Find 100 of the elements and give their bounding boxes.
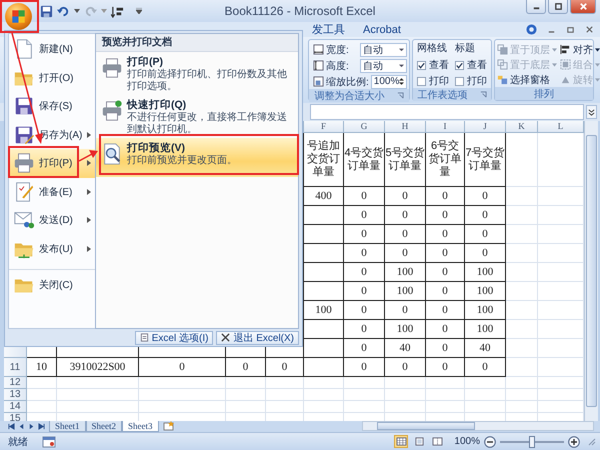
sheet-tab[interactable]: Sheet2 [86, 421, 122, 432]
table-cell [506, 263, 538, 282]
checkbox[interactable] [455, 60, 464, 70]
triangle-icon [560, 74, 571, 85]
close-icon[interactable] [585, 25, 594, 34]
table-cell [344, 401, 385, 413]
table-cell: 40 [385, 339, 426, 358]
vertical-scrollbar[interactable] [584, 121, 598, 421]
column-header[interactable]: L [538, 121, 584, 133]
group-icon [560, 59, 571, 70]
table-cell: 0 [385, 358, 426, 377]
window-title: Book11126 - Microsoft Excel [224, 4, 376, 18]
dropdown-field[interactable]: 自动 [360, 42, 407, 56]
dropdown-field[interactable]: 自动 [360, 58, 407, 72]
menu-item[interactable]: 准备(E) [9, 178, 95, 206]
caret-icon [595, 78, 600, 82]
close-button[interactable] [570, 0, 596, 14]
print-option[interactable]: 打印(P) 打印前选择打印机、打印份数及其他打印选项。 [96, 52, 298, 95]
column-header[interactable]: I [426, 121, 465, 133]
table-cell [266, 389, 304, 401]
table-cell [506, 225, 538, 244]
customize-icon[interactable] [136, 8, 142, 14]
sheet-nav-icon[interactable] [38, 423, 45, 430]
menu-item[interactable]: 保存(S) [9, 92, 95, 120]
ribbon-tab[interactable]: Acrobat [361, 24, 403, 36]
sheet-nav-icon[interactable] [8, 423, 15, 430]
resize-grip-icon[interactable] [588, 438, 596, 446]
expand-button[interactable] [586, 105, 597, 119]
column-header[interactable]: G [344, 121, 385, 133]
row-header[interactable]: 14 [4, 401, 27, 413]
page-break-button[interactable] [430, 435, 444, 448]
menu-item[interactable]: 新建(N) [9, 35, 95, 64]
menu-item[interactable]: 关闭(C) [9, 269, 95, 299]
submenu-arrow-icon [87, 246, 91, 252]
horizontal-scrollbar[interactable] [362, 421, 594, 431]
dialog-launcher-icon[interactable] [480, 91, 486, 98]
zoom-in-icon[interactable] [568, 436, 580, 448]
table-cell: 0 [385, 206, 426, 225]
table-cell [304, 263, 344, 282]
printer-icon [101, 100, 123, 122]
zoom-out-icon[interactable] [484, 436, 496, 448]
highlight-frame [8, 146, 79, 178]
zoom-slider-thumb[interactable] [529, 436, 535, 448]
checkbox[interactable] [417, 76, 426, 86]
minimize-button[interactable] [526, 0, 546, 14]
checkbox[interactable] [455, 76, 464, 86]
magnifier-icon [101, 143, 123, 165]
macro-record-icon[interactable] [42, 436, 56, 448]
office-button[interactable] [4, 2, 33, 31]
column-header[interactable]: K [506, 121, 538, 133]
print-option[interactable]: 打印预览(V) 打印前预览并更改页面。 [96, 138, 298, 177]
undo-icon[interactable] [57, 4, 70, 18]
checkbox-label: 查看 [467, 58, 487, 72]
table-cell: 10 [27, 358, 57, 377]
restore-button[interactable] [548, 0, 568, 14]
exit-button[interactable]: 退出 Excel(X) [216, 330, 299, 344]
formula-field[interactable] [310, 104, 584, 120]
row-header[interactable]: 13 [4, 389, 27, 401]
column-header[interactable]: F [304, 121, 344, 133]
caret-icon [595, 48, 600, 52]
menu-item[interactable]: 发布(U) [9, 234, 95, 263]
table-cell: 0 [426, 244, 465, 263]
menu-item[interactable]: 发送(D) [9, 206, 95, 234]
table-cell: 400 [304, 187, 344, 206]
print-option[interactable]: 快速打印(Q) 不进行任何更改，直接将工作簿发送到默认打印机。 [96, 95, 298, 138]
sheet-tab[interactable]: Sheet1 [49, 421, 86, 432]
table-cell [226, 377, 266, 389]
ribbon-tab[interactable]: 发工具 [310, 22, 347, 37]
table-cell: 0 [426, 225, 465, 244]
row-header[interactable]: 12 [4, 377, 27, 389]
zoom-level[interactable]: 100% [454, 436, 480, 447]
normal-view-button[interactable] [394, 435, 408, 448]
table-cell [385, 401, 426, 413]
spin-field[interactable]: 100% [370, 74, 408, 88]
menu-item[interactable]: 打开(O) [9, 64, 95, 92]
help-icon[interactable] [526, 24, 537, 35]
table-cell [506, 301, 538, 320]
table-cell: 0 [465, 187, 506, 206]
page-icon [414, 437, 425, 446]
row-header[interactable]: 11 [4, 358, 27, 377]
restore-icon[interactable] [566, 25, 575, 34]
document-icon [13, 180, 35, 203]
sort-icon[interactable] [111, 4, 124, 18]
table-cell: 0 [385, 244, 426, 263]
column-header[interactable]: J [465, 121, 506, 133]
column-header[interactable]: H [385, 121, 426, 133]
options-button[interactable]: Excel 选项(I) [134, 330, 214, 344]
row-header[interactable]: 15 [4, 413, 27, 421]
dialog-launcher-icon[interactable] [396, 92, 404, 99]
save-icon[interactable] [40, 4, 53, 18]
caret-icon[interactable] [74, 9, 80, 13]
submenu-arrow-icon [87, 217, 91, 224]
arrange-button[interactable]: 选择窗格 [497, 72, 557, 87]
sheet-tab[interactable]: Sheet3 [122, 421, 158, 432]
table-cell: 0 [344, 225, 385, 244]
arrange-button[interactable]: 对齐 [560, 42, 600, 57]
table-cell [506, 187, 538, 206]
table-cell [344, 377, 385, 389]
insert-sheet-icon[interactable] [162, 421, 174, 431]
checkbox[interactable] [417, 60, 426, 70]
